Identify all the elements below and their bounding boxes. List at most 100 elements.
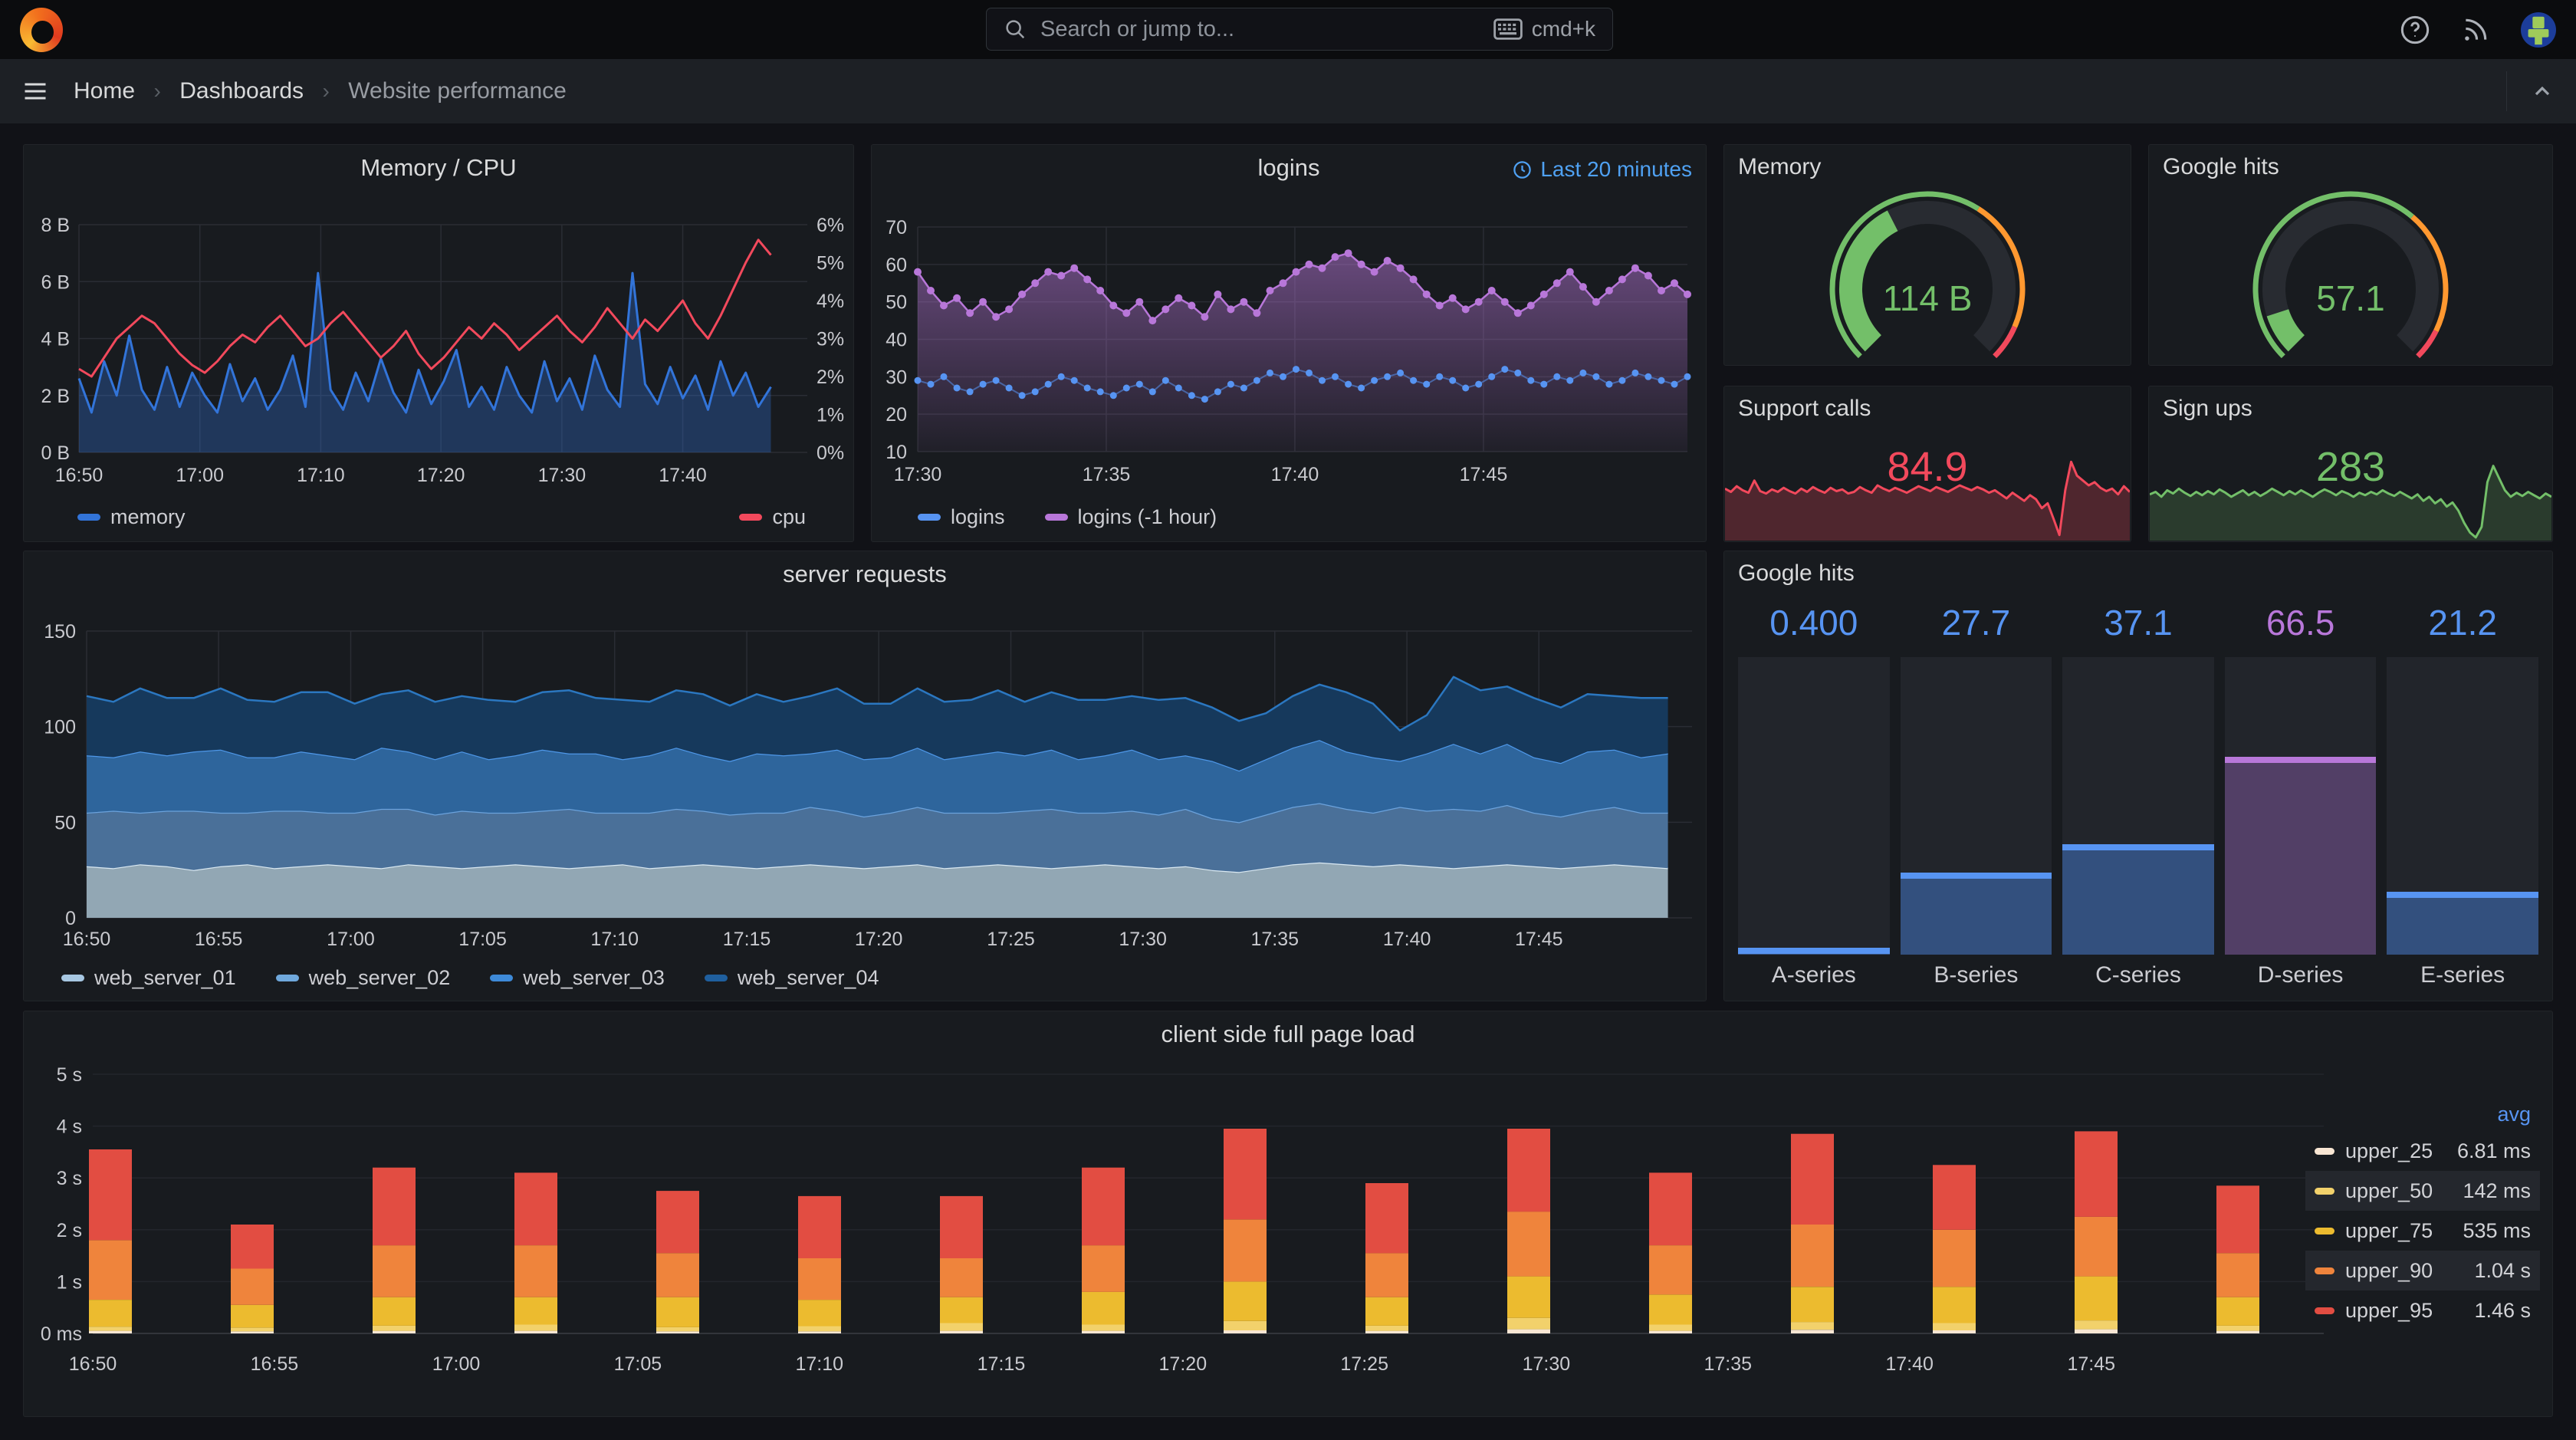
divider	[2506, 71, 2507, 111]
google-hits-gauge[interactable]: 57.1	[2236, 182, 2466, 362]
panel-title[interactable]: Google hits	[1738, 561, 1855, 587]
svg-text:17:45: 17:45	[1460, 464, 1508, 485]
bar-gauge-column[interactable]: 21.2 E-series	[2387, 600, 2538, 991]
svg-text:16:50: 16:50	[69, 1353, 117, 1375]
bar-gauge-track	[2062, 657, 2214, 955]
news-rss-icon[interactable]	[2461, 15, 2490, 44]
menu-toggle-icon[interactable]	[21, 77, 49, 105]
legend-sort-avg[interactable]: avg	[2497, 1103, 2531, 1126]
legend-label: web_server_02	[308, 966, 451, 989]
bar-gauge-value: 66.5	[2266, 603, 2335, 643]
panel-client-page-load: client side full page load 5 s4 s3 s2 s1…	[23, 1011, 2553, 1417]
server-requests-chart[interactable]: 150 100 50 016:50 16:55 17:00 17:05 17:10 17:15 1…	[24, 551, 1707, 1002]
legend-item[interactable]: cpu	[739, 505, 806, 529]
memory-gauge[interactable]: 114 B	[1812, 182, 2042, 362]
legend-item[interactable]: memory	[77, 505, 186, 529]
svg-text:6 B: 6 B	[41, 271, 70, 293]
bar-gauge-label: C-series	[2095, 962, 2181, 988]
svg-text:50: 50	[886, 292, 907, 314]
bar-gauge-cap	[2224, 756, 2377, 763]
svg-text:0 ms: 0 ms	[41, 1323, 82, 1345]
search-box[interactable]: cmd+k	[986, 8, 1613, 51]
legend-row[interactable]: upper_75 535 ms	[2305, 1211, 2540, 1251]
legend-item[interactable]: web_server_02	[275, 966, 451, 990]
bar-gauge-value: 0.400	[1769, 603, 1858, 643]
svg-text:4 B: 4 B	[41, 329, 70, 350]
svg-text:114 B: 114 B	[1883, 278, 1973, 318]
svg-text:150: 150	[44, 621, 76, 643]
breadcrumb: Home › Dashboards › Website performance	[74, 78, 567, 104]
breadcrumb-bar: Home › Dashboards › Website performance	[0, 59, 2576, 123]
panel-title[interactable]: Support calls	[1738, 396, 1871, 422]
panel-google-hits-bars: Google hits 0.400 A-series 27.7 B-series 37.…	[1723, 551, 2553, 1001]
svg-text:17:30: 17:30	[894, 464, 942, 485]
svg-text:0%: 0%	[816, 442, 844, 464]
legend-swatch	[2315, 1187, 2334, 1195]
client-page-load-chart[interactable]: 5 s 4 s 3 s 2 s 1 s 0 ms 16:50 16:55 17:00 17:05 1…	[24, 1011, 2554, 1418]
legend-label: web_server_03	[523, 966, 665, 989]
legend-avg-value: 1.04 s	[2474, 1258, 2531, 1282]
stat-value: 283	[2315, 444, 2386, 490]
help-icon[interactable]	[2400, 15, 2430, 45]
user-avatar[interactable]	[2521, 12, 2556, 48]
legend-label: memory	[110, 505, 186, 528]
panel-title[interactable]: Sign ups	[2163, 396, 2252, 422]
legend-label: upper_25	[2345, 1139, 2433, 1162]
legend-item[interactable]: logins (-1 hour)	[1044, 505, 1217, 529]
svg-text:17:45: 17:45	[2067, 1353, 2115, 1375]
legend-swatch	[2315, 1147, 2334, 1155]
bar-gauge-value: 21.2	[2428, 603, 2497, 643]
svg-text:17:05: 17:05	[614, 1353, 662, 1375]
svg-text:17:35: 17:35	[1250, 929, 1299, 950]
svg-text:0 B: 0 B	[41, 442, 70, 464]
svg-text:70: 70	[886, 217, 907, 238]
search-icon	[1006, 20, 1025, 39]
bar-gauge-cap	[2062, 844, 2214, 851]
bar-gauge-columns[interactable]: 0.400 A-series 27.7 B-series 37.1 C-series 66.…	[1738, 600, 2538, 991]
shortcut-hint: cmd+k	[1531, 17, 1595, 41]
bar-gauge-column[interactable]: 27.7 B-series	[1900, 600, 2052, 991]
legend-row[interactable]: upper_50 142 ms	[2305, 1171, 2540, 1211]
breadcrumb-dashboards[interactable]: Dashboards	[179, 78, 304, 104]
panel-title[interactable]: Google hits	[2163, 154, 2279, 180]
svg-text:100: 100	[44, 717, 76, 738]
collapse-chevron-up-icon[interactable]	[2530, 79, 2555, 104]
bar-gauge-track	[1900, 657, 2052, 955]
legend-swatch	[490, 975, 514, 981]
bar-gauge-column[interactable]: 66.5 D-series	[2224, 600, 2377, 991]
legend-item[interactable]: logins	[918, 505, 1005, 529]
svg-text:17:00: 17:00	[176, 465, 224, 486]
legend-item[interactable]: web_server_03	[490, 966, 665, 990]
legend-avg-value: 535 ms	[2463, 1218, 2531, 1242]
search-input[interactable]	[1039, 15, 1493, 43]
panel-title[interactable]: Memory	[1738, 154, 1821, 180]
legend-label: web_server_01	[94, 966, 236, 989]
grafana-logo-icon[interactable]	[20, 8, 63, 52]
legend-row[interactable]: upper_90 1.04 s	[2305, 1251, 2540, 1290]
legend-swatch	[704, 975, 728, 981]
svg-text:17:25: 17:25	[987, 929, 1035, 950]
bar-gauge-label: D-series	[2257, 962, 2344, 988]
legend-item[interactable]: web_server_01	[61, 966, 236, 990]
svg-text:3%: 3%	[816, 329, 844, 350]
svg-text:17:35: 17:35	[1083, 464, 1131, 485]
svg-text:50: 50	[54, 812, 76, 833]
svg-text:10: 10	[886, 442, 907, 463]
logins-legend: logins logins (-1 hour)	[918, 505, 1257, 529]
bar-gauge-column[interactable]: 37.1 C-series	[2062, 600, 2214, 991]
legend-row[interactable]: upper_95 1.46 s	[2305, 1290, 2540, 1330]
svg-text:17:20: 17:20	[855, 929, 903, 950]
legend-item[interactable]: web_server_04	[704, 966, 879, 990]
svg-text:16:50: 16:50	[63, 929, 111, 950]
legend-swatch	[1044, 514, 1068, 521]
bar-gauge-column[interactable]: 0.400 A-series	[1738, 600, 1890, 991]
svg-text:17:30: 17:30	[1523, 1353, 1571, 1375]
svg-text:1%: 1%	[816, 405, 844, 426]
logins-chart[interactable]: 70 60 50 40 30 20 1017:30 17:35 17:40 17:45	[872, 145, 1707, 543]
breadcrumb-home[interactable]: Home	[74, 78, 135, 104]
bar-gauge-bar	[2224, 756, 2377, 955]
svg-text:40: 40	[886, 330, 907, 351]
panel-google-hits-gauge: Google hits 57.1	[2148, 144, 2553, 366]
legend-row[interactable]: upper_25 6.81 ms	[2305, 1131, 2540, 1171]
memory-cpu-chart[interactable]: 8 B 6 B 4 B 2 B 0 B 6% 5% 4% 3% 2% 1% 0% 16:50 17:00 1…	[24, 145, 855, 543]
